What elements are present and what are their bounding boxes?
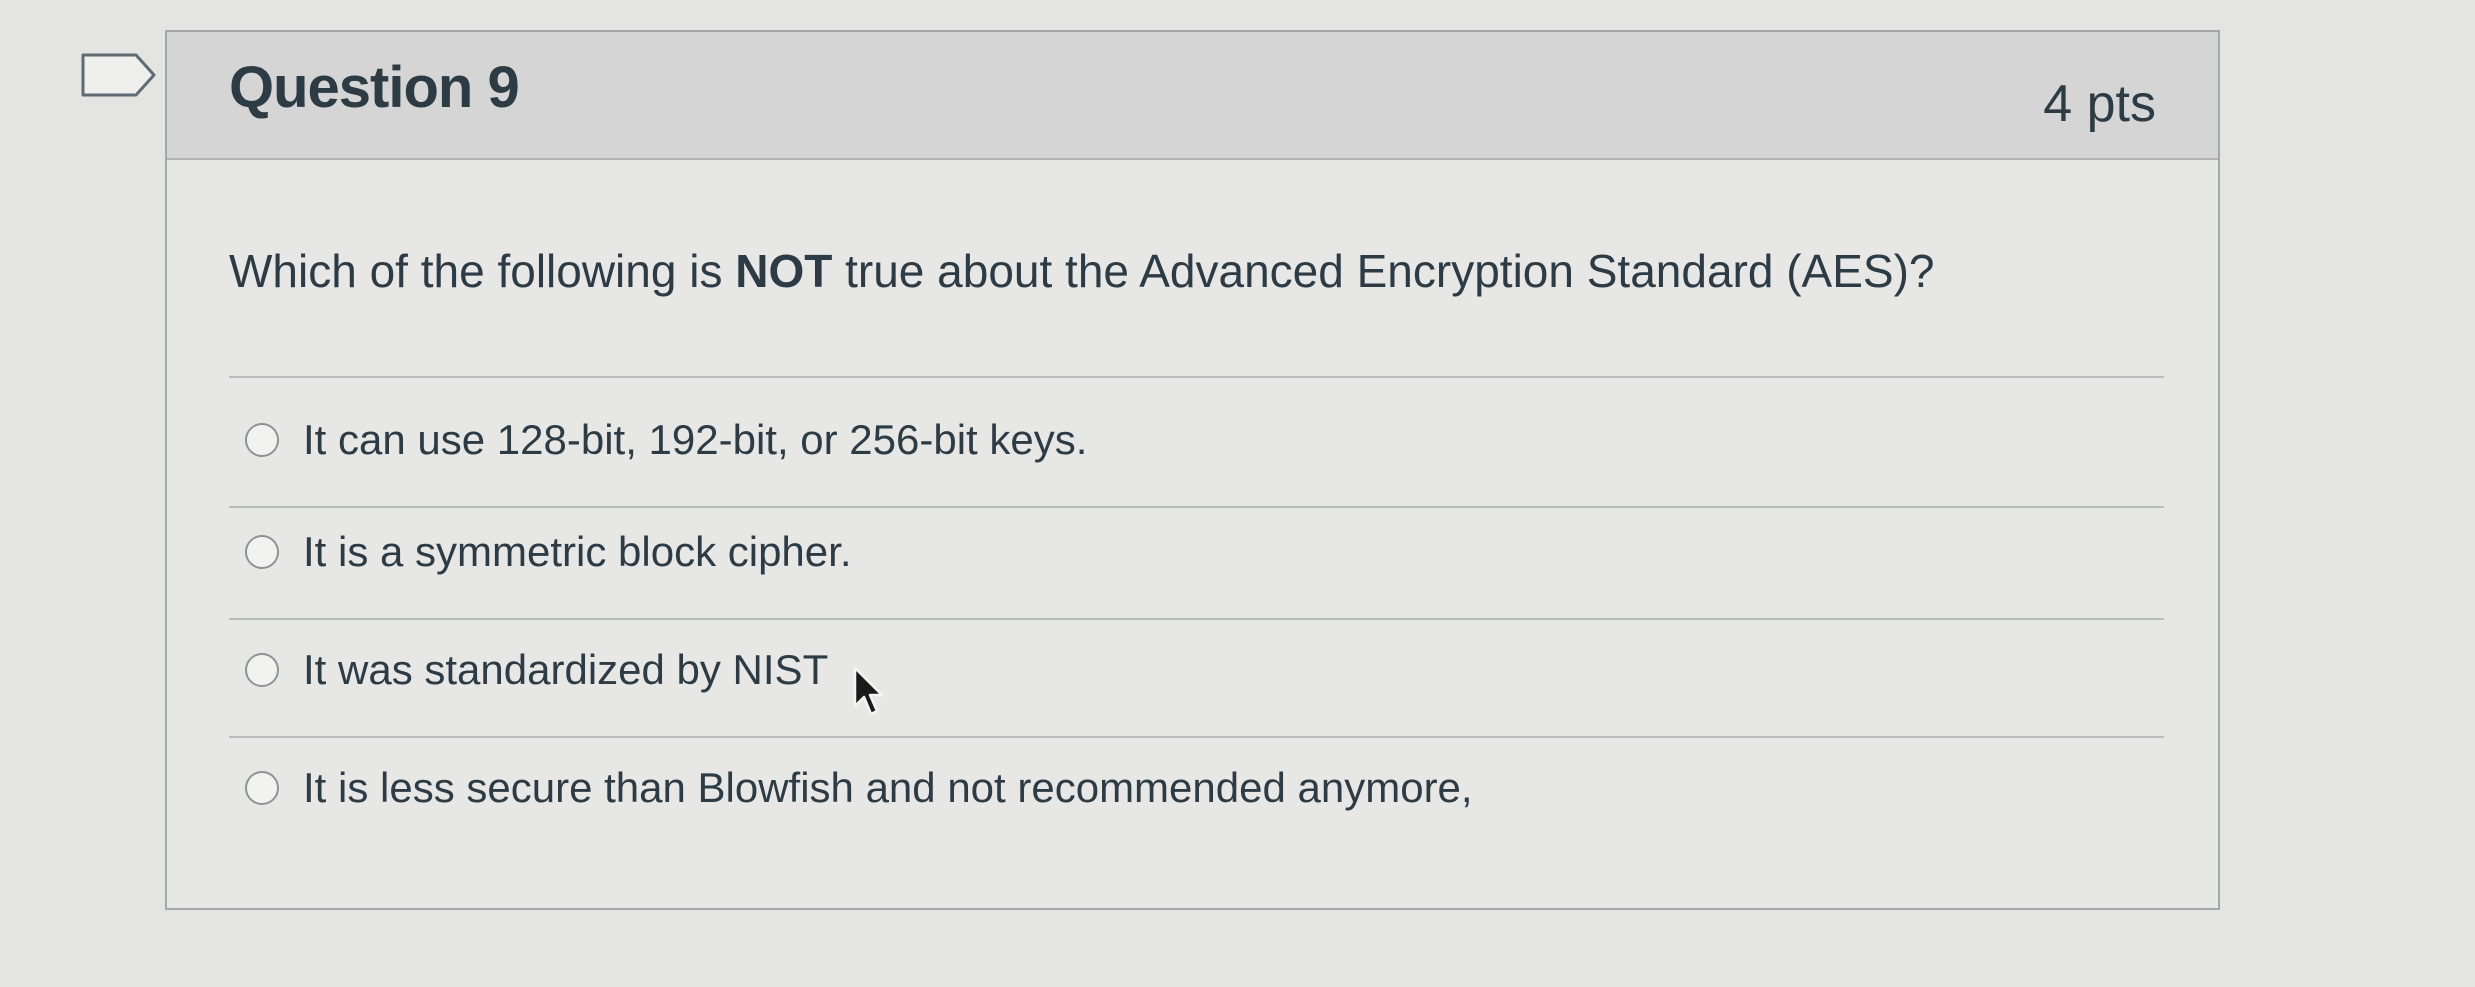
answer-divider (229, 736, 2164, 738)
question-header: Question 9 4 pts (167, 32, 2218, 160)
question-text-emphasis: NOT (735, 245, 833, 297)
answer-label: It was standardized by NIST (303, 646, 829, 693)
radio-button[interactable] (245, 423, 279, 457)
answer-label: It can use 128-bit, 192-bit, or 256-bit … (303, 416, 1088, 463)
answer-label: It is less secure than Blowfish and not … (303, 764, 1473, 811)
question-text-part: Which of the following is (229, 245, 736, 297)
question-points: 4 pts (2043, 75, 2156, 133)
radio-button[interactable] (245, 771, 279, 805)
flag-question-icon[interactable] (80, 52, 158, 98)
answer-divider (229, 618, 2164, 620)
question-title: Question 9 (229, 55, 520, 120)
answer-option-2[interactable]: It is a symmetric block cipher. (245, 522, 851, 582)
mouse-pointer-icon (852, 666, 886, 720)
answer-divider (229, 376, 2164, 378)
answer-option-4[interactable]: It is less secure than Blowfish and not … (245, 758, 1473, 818)
answer-option-1[interactable]: It can use 128-bit, 192-bit, or 256-bit … (245, 410, 1087, 470)
answer-label: It is a symmetric block cipher. (303, 528, 852, 575)
answer-divider (229, 506, 2164, 508)
radio-button[interactable] (245, 535, 279, 569)
radio-button[interactable] (245, 653, 279, 687)
question-text-part: true about the Advanced Encryption Stand… (832, 245, 1935, 297)
question-text: Which of the following is NOT true about… (229, 244, 1934, 298)
question-card: Question 9 4 pts Which of the following … (165, 30, 2220, 910)
answer-option-3[interactable]: It was standardized by NIST (245, 640, 828, 700)
